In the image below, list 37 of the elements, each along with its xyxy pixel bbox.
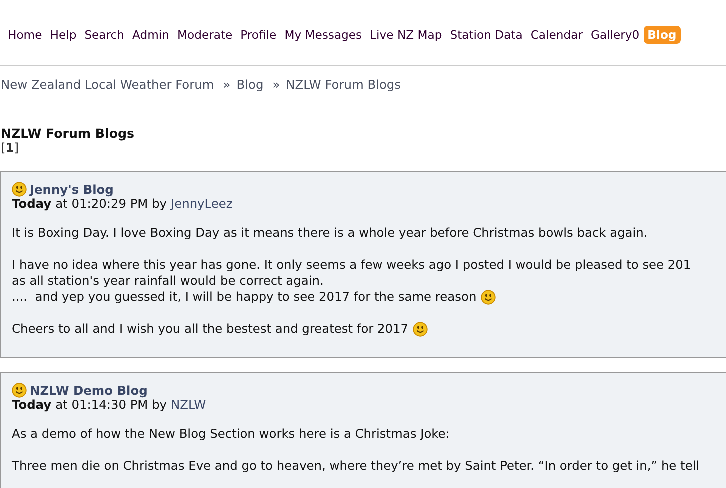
smiley-icon xyxy=(480,290,496,304)
breadcrumb-link[interactable]: NZLW Forum Blogs xyxy=(286,78,402,92)
nav-link[interactable]: Profile xyxy=(236,26,281,44)
author-link[interactable]: NZLW xyxy=(171,398,206,412)
post-day: Today xyxy=(12,197,52,211)
nav-link[interactable]: Home xyxy=(4,26,46,44)
nav-link[interactable]: Search xyxy=(80,26,129,44)
page-numbers[interactable]: [1] xyxy=(0,141,726,155)
post-day: Today xyxy=(12,398,52,412)
post-text: as all station's year rainfall would be correct again. xyxy=(12,273,324,289)
smiley-icon xyxy=(412,322,428,336)
post-text: Cheers to all and I wish you all the bestest and greatest for 2017 xyxy=(12,321,409,337)
blog-title-link[interactable]: NZLW Demo Blog xyxy=(30,384,148,398)
post-time: at 01:14:30 PM by xyxy=(56,398,168,412)
post-text: It is Boxing Day. I love Boxing Day as it means there is a whole year before Christmas bowls back again. xyxy=(12,225,648,241)
nav-link[interactable]: Gallery0 xyxy=(586,26,644,44)
post-text: Three men die on Christmas Eve and go to heaven, where they’re met by Saint Peter. “In order to get in,” he tell xyxy=(12,458,700,474)
smiley-icon xyxy=(12,383,27,398)
post-text: I have no idea where this year has gone. It only seems a few weeks ago I posted I would be pleased to see 201 xyxy=(12,257,692,273)
breadcrumb-link[interactable]: Blog xyxy=(236,78,264,92)
breadcrumb-separator: » xyxy=(222,78,231,92)
blog-title-link[interactable]: Jenny's Blog xyxy=(30,182,114,196)
post-text: As a demo of how the New Blog Section works here is a Christmas Joke: xyxy=(12,426,450,442)
nav-link[interactable]: Help xyxy=(46,26,81,44)
nav-link[interactable]: Calendar xyxy=(526,26,587,44)
smiley-icon xyxy=(12,182,27,197)
page-heading: NZLW Forum Blogs xyxy=(0,126,136,141)
nav-link[interactable]: My Messages xyxy=(280,26,366,44)
nav-link[interactable]: Station Data xyxy=(446,26,527,44)
nav-link[interactable]: Moderate xyxy=(173,26,237,44)
post-text: .... and yep you guessed it, I will be happy to see 2017 for the same reason xyxy=(12,289,477,305)
post-time: at 01:20:29 PM by xyxy=(56,197,168,211)
breadcrumb-link[interactable]: New Zealand Local Weather Forum xyxy=(1,78,214,92)
author-link[interactable]: JennyLeez xyxy=(171,197,233,211)
nav-link[interactable]: Admin xyxy=(128,26,174,44)
nav-link[interactable]: Live NZ Map xyxy=(366,26,446,44)
breadcrumb-separator: » xyxy=(272,78,280,92)
